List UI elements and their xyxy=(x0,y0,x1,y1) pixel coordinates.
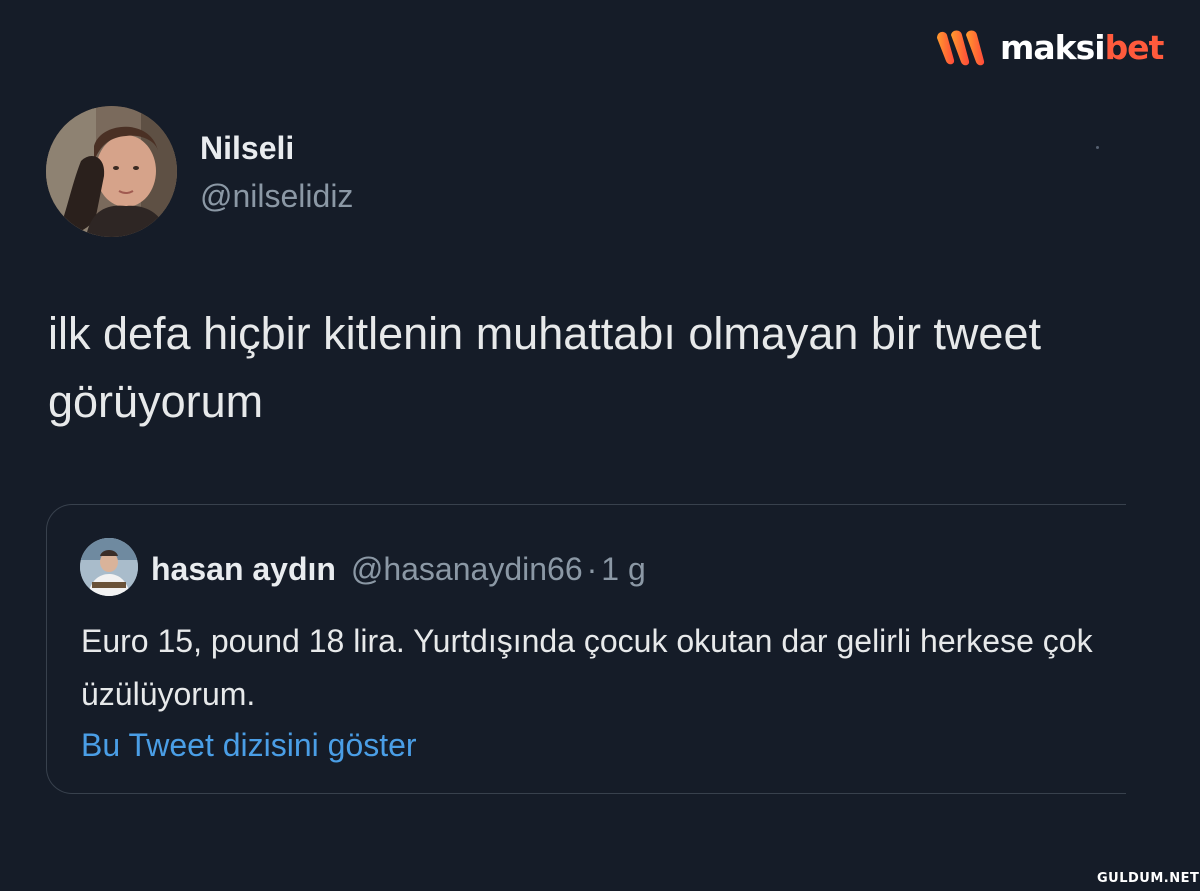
quoted-author-handle[interactable]: @hasanaydin66 xyxy=(351,551,583,587)
quoted-author-avatar[interactable] xyxy=(80,538,138,596)
tweet-screenshot: maksibet Nilseli @nilselidiz ilk defa hi… xyxy=(0,0,1200,891)
profile-photo-icon xyxy=(46,106,177,237)
watermark: GULDUM.NET xyxy=(1097,871,1200,886)
maksibet-logo-icon xyxy=(937,30,985,66)
tweet-text: ilk defa hiçbir kitlenin muhattabı olmay… xyxy=(48,308,1041,427)
author-avatar[interactable] xyxy=(46,106,177,237)
separator-dot: · xyxy=(586,551,598,587)
author-handle[interactable]: @nilselidiz xyxy=(200,178,353,215)
profile-photo-icon xyxy=(80,538,138,596)
author-display-name[interactable]: Nilseli xyxy=(200,130,294,167)
quoted-tweet-text: Euro 15, pound 18 lira. Yurtdışında çocu… xyxy=(81,623,1093,712)
quoted-author-name[interactable]: hasan aydın xyxy=(151,551,336,587)
quoted-header: hasan aydın @hasanaydin66 · 1 g xyxy=(151,549,646,589)
quoted-timestamp[interactable]: 1 g xyxy=(601,551,645,587)
quoted-tweet-card[interactable]: hasan aydın @hasanaydin66 · 1 g Euro 15, p… xyxy=(46,504,1126,794)
brand-logo: maksibet xyxy=(934,26,1164,68)
more-options-icon[interactable] xyxy=(1096,146,1099,149)
brand-wordmark: maksibet xyxy=(1000,27,1164,67)
show-thread-link[interactable]: Bu Tweet dizisini göster xyxy=(81,727,417,764)
